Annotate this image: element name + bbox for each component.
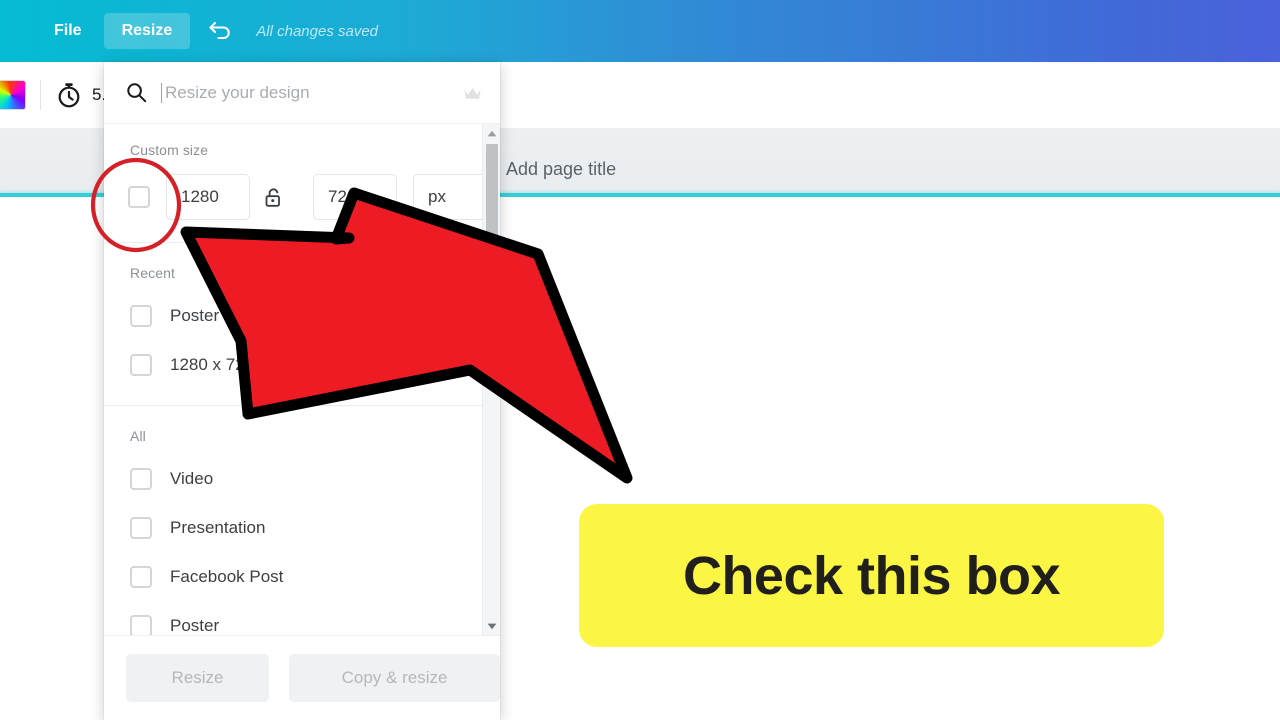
custom-size-checkbox[interactable] — [128, 186, 150, 208]
crown-icon — [464, 87, 481, 99]
panel-scroll-area: Custom size 1280 720 px Recent Poster 12… — [104, 124, 500, 636]
recent-item-checkbox[interactable] — [130, 353, 152, 376]
unit-select-value: px — [428, 187, 446, 206]
scroll-down-arrow-icon[interactable] — [483, 617, 500, 635]
list-item-label: Presentation — [170, 517, 266, 537]
undo-arrow-icon — [209, 21, 230, 40]
list-item[interactable]: Video — [104, 454, 500, 503]
save-status-text: All changes saved — [256, 22, 379, 40]
list-item-label: 1280 x 720 px — [170, 354, 277, 374]
scroll-up-arrow-icon[interactable] — [483, 124, 500, 142]
search-input[interactable] — [165, 82, 463, 103]
recent-item-checkbox[interactable] — [130, 304, 152, 327]
instruction-callout: Check this box — [579, 504, 1164, 647]
copy-and-resize-button[interactable]: Copy & resize — [289, 654, 500, 702]
list-item-label: Poster — [170, 615, 220, 635]
list-item[interactable]: Poster — [104, 601, 500, 635]
toolbar-divider — [40, 80, 41, 110]
scrollbar-thumb[interactable] — [486, 144, 498, 236]
panel-footer: Resize Copy & resize — [104, 636, 500, 720]
custom-size-section-label: Custom size — [130, 142, 209, 158]
custom-size-row: 1280 720 px — [104, 168, 500, 226]
list-item[interactable]: Poster — [104, 291, 500, 340]
list-item[interactable]: Facebook Post — [104, 552, 500, 601]
all-item-checkbox[interactable] — [130, 467, 152, 490]
resize-dropdown-panel: Custom size 1280 720 px Recent — [104, 62, 500, 720]
list-item[interactable]: 1280 x 720 px — [104, 340, 500, 389]
panel-scrollbar[interactable] — [482, 124, 500, 635]
instruction-callout-text: Check this box — [682, 545, 1061, 606]
canva-editor-screen: File Resize All changes saved 5. Add pag… — [0, 0, 1280, 720]
rainbow-color-swatch-icon[interactable] — [0, 80, 26, 110]
all-item-checkbox[interactable] — [130, 614, 152, 635]
page-title-input[interactable]: Add page title — [506, 159, 616, 180]
list-item[interactable]: Presentation — [104, 503, 500, 552]
stopwatch-icon[interactable] — [55, 81, 83, 109]
search-row — [104, 62, 500, 124]
all-item-checkbox[interactable] — [130, 565, 152, 588]
list-item-label: Facebook Post — [170, 566, 284, 586]
search-text-cursor — [161, 82, 162, 103]
recent-section-label: Recent — [130, 265, 175, 281]
list-item-label: Video — [170, 468, 214, 488]
file-menu-button[interactable]: File — [36, 13, 100, 49]
all-section-label: All — [130, 428, 146, 444]
resize-button[interactable]: Resize — [126, 654, 270, 702]
search-icon — [127, 83, 147, 103]
all-item-checkbox[interactable] — [130, 516, 152, 539]
list-item-label: Poster — [170, 305, 220, 325]
top-header-bar: File Resize All changes saved — [0, 0, 1280, 62]
height-input[interactable]: 720 — [313, 174, 397, 220]
undo-button[interactable] — [204, 14, 238, 48]
width-input[interactable]: 1280 — [166, 174, 250, 220]
resize-menu-button[interactable]: Resize — [103, 13, 191, 49]
unlocked-padlock-icon[interactable] — [264, 187, 283, 208]
